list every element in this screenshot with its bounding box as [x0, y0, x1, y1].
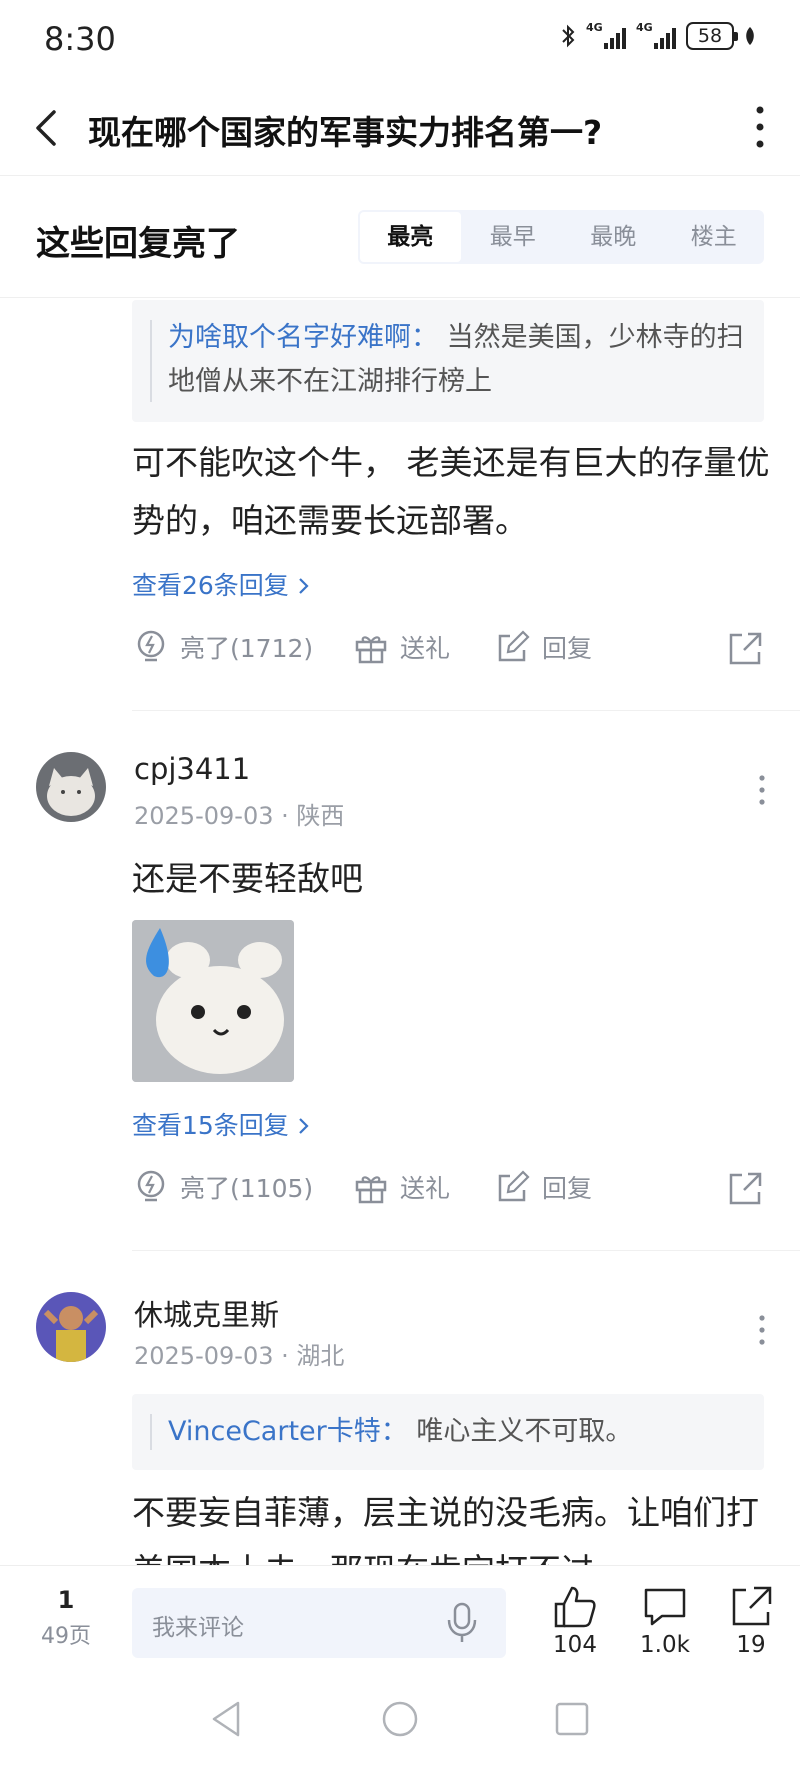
avatar[interactable]: [36, 1292, 106, 1362]
gift-button[interactable]: 送礼: [352, 1168, 450, 1206]
tab-brightest[interactable]: 最亮: [360, 212, 461, 262]
current-page: 1: [57, 1586, 75, 1614]
status-icons: 4G 4G 58: [560, 21, 756, 50]
signal-icon-1: 4G: [586, 21, 626, 49]
total-pages: 49页: [41, 1624, 91, 1649]
comment-count: 1.0k: [640, 1632, 690, 1658]
basketball-player-avatar-image: [36, 1292, 106, 1362]
cat-avatar-image: [36, 752, 106, 822]
status-time: 8:30: [44, 20, 116, 58]
quoted-reply[interactable]: VinceCarter卡特： 唯心主义不可取。: [132, 1394, 764, 1470]
comment-text: 不要妄自菲薄，层主说的没毛病。让咱们打美国本土去，那现在肯定打不过: [132, 1493, 759, 1565]
nav-recents-icon[interactable]: [550, 1697, 594, 1741]
view-replies-link[interactable]: 查看26条回复: [132, 566, 311, 602]
gift-label: 送礼: [400, 634, 451, 663]
avatar[interactable]: [36, 752, 106, 822]
view-replies-label: 查看26条回复: [132, 571, 289, 600]
battery-icon: 58: [686, 22, 738, 50]
page-indicator[interactable]: 1 49页: [30, 1586, 102, 1650]
comment-bubble-icon: [644, 1588, 686, 1626]
username[interactable]: cpj3411: [134, 752, 250, 786]
reply-button[interactable]: 回复: [494, 628, 592, 666]
divider: [132, 1250, 800, 1251]
sticker-image: [132, 920, 294, 1082]
light-count: 亮了(1712): [180, 634, 314, 663]
comment-text: 可不能吹这个牛， 老美还是有巨大的存量优势的，咱还需要长远部署。: [132, 443, 770, 540]
quoted-user[interactable]: 为啥取个名字好难啊：: [168, 322, 438, 353]
quoted-reply[interactable]: 为啥取个名字好难啊： 当然是美国，少林寺的扫地僧从来不在江湖排行榜上: [132, 300, 764, 422]
reply-button[interactable]: 回复: [494, 1168, 592, 1206]
signal-label-1: 4G: [586, 21, 603, 34]
comments-button[interactable]: 1.0k: [630, 1584, 700, 1658]
lightbulb-icon: [137, 630, 165, 662]
leaf-icon: [746, 27, 754, 45]
divider: [132, 710, 800, 711]
light-count: 亮了(1105): [180, 1174, 314, 1203]
thumbs-up-icon: [554, 1586, 596, 1628]
share-button[interactable]: 19: [716, 1584, 786, 1658]
bottom-bar: 1 49页 我来评论 104 1.0k 19: [0, 1565, 800, 1675]
nav-home-icon[interactable]: [378, 1697, 422, 1741]
comment-placeholder: 我来评论: [152, 1615, 244, 1641]
hot-replies-header: 这些回复亮了 最亮 最早 最晚 楼主: [0, 176, 800, 298]
quoted-user[interactable]: VinceCarter卡特：: [168, 1416, 408, 1447]
chevron-right-icon: [298, 1118, 309, 1134]
view-replies-label: 查看15条回复: [132, 1111, 289, 1140]
share-icon[interactable]: [726, 1170, 764, 1208]
edit-reply-icon: [498, 630, 530, 662]
more-options-icon[interactable]: [750, 102, 770, 152]
signal-icon-2: 4G: [636, 21, 676, 49]
username[interactable]: 休城克里斯: [134, 1292, 279, 1334]
light-button[interactable]: 亮了(1712): [132, 628, 313, 666]
edit-reply-icon: [498, 1170, 530, 1202]
comment-meta: 2025-09-03 · 陕西: [134, 802, 345, 830]
tab-latest[interactable]: 最晚: [563, 210, 664, 264]
system-nav-bar: [0, 1675, 800, 1765]
section-title: 这些回复亮了: [36, 224, 240, 264]
comment-more-icon[interactable]: [756, 1312, 768, 1348]
share-icon: [732, 1586, 772, 1626]
gift-icon: [355, 1176, 387, 1204]
share-icon[interactable]: [726, 630, 764, 668]
tab-op-only[interactable]: 楼主: [664, 210, 765, 264]
comment-actions: 亮了(1712) 送礼 回复: [132, 628, 764, 678]
title-bar: 现在哪个国家的军事实力排名第一?: [0, 80, 800, 176]
signal-label-2: 4G: [636, 21, 653, 34]
page-title: 现在哪个国家的军事实力排名第一?: [88, 113, 603, 152]
comment-input[interactable]: 我来评论: [132, 1588, 506, 1658]
reply-label: 回复: [542, 634, 593, 663]
nav-back-icon[interactable]: [206, 1697, 250, 1741]
quoted-text: 唯心主义不可取。: [416, 1416, 633, 1447]
tab-earliest[interactable]: 最早: [463, 210, 564, 264]
comment-meta: 2025-09-03 · 湖北: [134, 1342, 345, 1370]
comment-image[interactable]: [132, 920, 294, 1082]
reply-label: 回复: [542, 1174, 593, 1203]
light-button[interactable]: 亮了(1105): [132, 1168, 313, 1206]
status-bar: 8:30 4G 4G 58: [0, 0, 800, 80]
gift-button[interactable]: 送礼: [352, 628, 450, 666]
like-button[interactable]: 104: [540, 1584, 610, 1658]
comment-text: 还是不要轻敌吧: [132, 859, 363, 898]
microphone-icon[interactable]: [440, 1600, 484, 1646]
comment-actions: 亮了(1105) 送礼 回复: [132, 1168, 764, 1218]
view-replies-link[interactable]: 查看15条回复: [132, 1106, 311, 1142]
gift-icon: [355, 636, 387, 664]
like-count: 104: [553, 1632, 597, 1658]
lightbulb-icon: [137, 1170, 165, 1202]
gift-label: 送礼: [400, 1174, 451, 1203]
comment-more-icon[interactable]: [756, 772, 768, 808]
sort-tabs: 最亮 最早 最晚 楼主: [358, 210, 764, 264]
share-count: 19: [736, 1632, 766, 1658]
chevron-right-icon: [298, 578, 309, 594]
back-icon[interactable]: [28, 104, 68, 152]
bluetooth-icon: [562, 24, 575, 48]
